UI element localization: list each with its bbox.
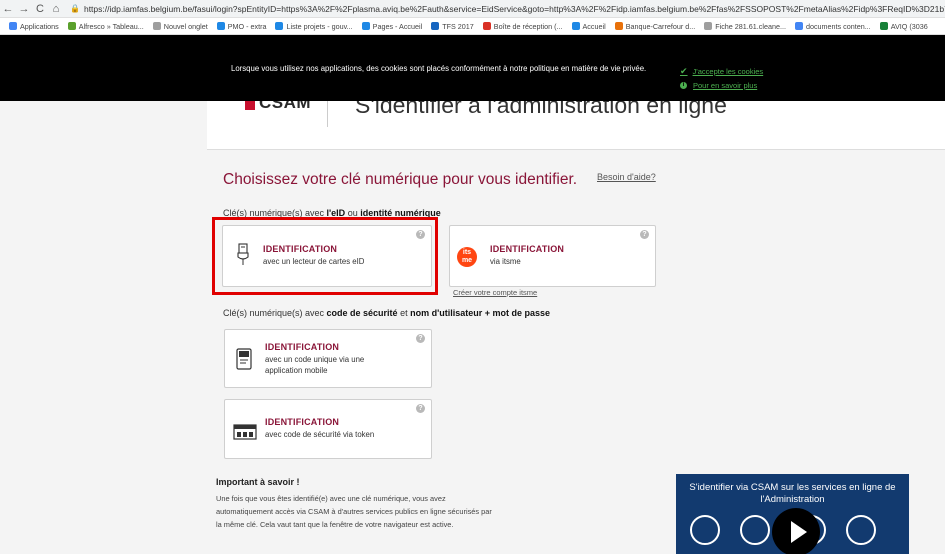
forward-icon[interactable]: → — [16, 3, 32, 15]
bookmark-label: Alfresco » Tableau... — [78, 21, 144, 31]
bookmark-item[interactable]: Accueil — [571, 21, 606, 31]
important-body: Une fois que vous êtes identifié(e) avec… — [216, 494, 492, 529]
bookmark-favicon-icon — [879, 22, 888, 30]
bookmark-item[interactable]: Alfresco » Tableau... — [67, 21, 144, 31]
bookmark-favicon-icon — [571, 22, 580, 30]
choose-key-title: Choisissez votre clé numérique pour vous… — [223, 171, 578, 188]
accept-cookies-link[interactable]: ✔ J'accepte les cookies — [680, 66, 763, 77]
csam-logo: CSAM — [245, 101, 311, 113]
mobile-app-icon — [236, 348, 252, 370]
bookmark-label: Liste projets - gouv... — [286, 21, 353, 31]
logo-text: CSAM — [259, 101, 312, 112]
bookmark-favicon-icon — [794, 22, 803, 30]
page-header: CSAM S'identifier à l'administration en … — [207, 101, 945, 149]
bookmark-item[interactable]: AVIQ (3036 — [879, 21, 928, 31]
bookmark-label: Nouvel onglet — [163, 21, 208, 31]
check-icon: ✔ — [680, 66, 688, 76]
help-icon[interactable]: ? — [640, 230, 649, 239]
bookmark-item[interactable]: Applications — [9, 22, 59, 31]
video-title: S'identifier via CSAM sur les services e… — [689, 482, 896, 505]
bookmark-label: AVIQ (3036 — [890, 21, 928, 31]
home-icon[interactable]: ⌂ — [48, 3, 64, 15]
bookmark-item[interactable]: Liste projets - gouv... — [275, 21, 353, 31]
important-title: Important à savoir ! — [216, 477, 300, 487]
token-icon — [233, 424, 257, 440]
card-subtitle: avec un code unique via une application … — [265, 355, 365, 375]
bookmark-label: Fiche 281.61.cleane... — [715, 21, 786, 31]
help-link[interactable]: Besoin d'aide? — [597, 172, 656, 182]
bookmark-label: PMO - extra — [227, 21, 267, 31]
flag-mark-icon — [245, 101, 255, 110]
bookmark-favicon-icon — [216, 22, 225, 30]
bookmark-label: Accueil — [582, 21, 606, 31]
bookmark-label: Boîte de réception (... — [493, 21, 563, 31]
play-button[interactable] — [772, 508, 820, 554]
card-title: IDENTIFICATION — [265, 342, 340, 352]
bookmark-label: Pages - Accueil — [372, 21, 423, 31]
bookmark-item[interactable]: PMO - extra — [216, 21, 267, 31]
create-itsme-account-link[interactable]: Créer votre compte itsme — [453, 288, 537, 297]
card-title: IDENTIFICATION — [490, 244, 565, 254]
bookmark-favicon-icon — [152, 22, 161, 30]
help-icon[interactable]: ? — [416, 404, 425, 413]
bookmark-item[interactable]: documents conten... — [794, 21, 871, 31]
bookmark-item[interactable]: TFS 2017 — [431, 22, 474, 31]
bookmark-label: Banque-Carrefour d... — [625, 21, 696, 31]
token-card[interactable]: ? IDENTIFICATION avec code de sécurité v… — [224, 399, 432, 459]
info-icon: i — [680, 82, 687, 89]
header-divider — [327, 101, 328, 127]
bookmark-item[interactable]: Pages - Accueil — [361, 21, 423, 31]
url-field[interactable]: https://idp.iamfas.belgium.be/fasui/logi… — [84, 4, 945, 14]
cookie-more-link[interactable]: i Pour en savoir plus — [680, 81, 757, 90]
browser-address-bar: ← → C ⌂ 🔒 https://idp.iamfas.belgium.be/… — [0, 0, 945, 18]
header-divider-line — [207, 149, 945, 150]
itsme-card[interactable]: ? its me IDENTIFICATION via itsme — [449, 225, 656, 287]
accept-cookies-label: J'accepte les cookies — [692, 67, 764, 76]
bookmark-label: Applications — [20, 21, 59, 31]
cookie-more-label: Pour en savoir plus — [693, 81, 758, 90]
bookmark-item[interactable]: Boîte de réception (... — [482, 21, 563, 31]
card-subtitle: via itsme — [490, 257, 521, 266]
card-reader-icon — [690, 515, 720, 545]
bookmark-label: documents conten... — [805, 21, 871, 31]
bookmark-favicon-icon — [431, 22, 440, 30]
token-icon — [846, 515, 876, 545]
cookie-message: Lorsque vous utilisez nos applications, … — [231, 64, 647, 73]
bookmark-item[interactable]: Banque-Carrefour d... — [614, 21, 696, 31]
lock-icon: 🔒 — [70, 4, 80, 13]
mobile-app-card[interactable]: ? IDENTIFICATION avec un code unique via… — [224, 329, 432, 388]
card-subtitle: avec code de sécurité via token — [265, 430, 375, 439]
bookmark-favicon-icon — [614, 22, 623, 30]
bookmark-favicon-icon — [275, 22, 284, 30]
card-title: IDENTIFICATION — [265, 417, 340, 427]
bookmark-item[interactable]: Fiche 281.61.cleane... — [704, 22, 786, 31]
bookmark-favicon-icon — [482, 22, 491, 30]
section-code-label: Clé(s) numérique(s) avec code de sécurit… — [223, 308, 550, 318]
bookmark-favicon-icon — [67, 22, 76, 30]
bookmark-favicon-icon — [9, 22, 17, 30]
page-title: S'identifier à l'administration en ligne — [355, 101, 727, 118]
video-player[interactable]: S'identifier via CSAM sur les services e… — [676, 474, 909, 554]
bookmarks-bar: Applications Alfresco » Tableau... Nouvel … — [0, 18, 945, 35]
highlight-box — [212, 217, 438, 295]
bookmark-item[interactable]: Nouvel onglet — [152, 21, 208, 31]
bookmark-label: TFS 2017 — [442, 21, 474, 31]
back-icon[interactable]: ← — [0, 3, 16, 15]
cookie-banner: Lorsque vous utilisez nos applications, … — [0, 35, 945, 101]
bookmark-favicon-icon — [704, 22, 713, 30]
reload-icon[interactable]: C — [32, 3, 48, 15]
itsme-icon — [740, 515, 770, 545]
itsme-logo: its me — [457, 247, 477, 267]
bookmark-favicon-icon — [361, 22, 370, 30]
help-icon[interactable]: ? — [416, 334, 425, 343]
